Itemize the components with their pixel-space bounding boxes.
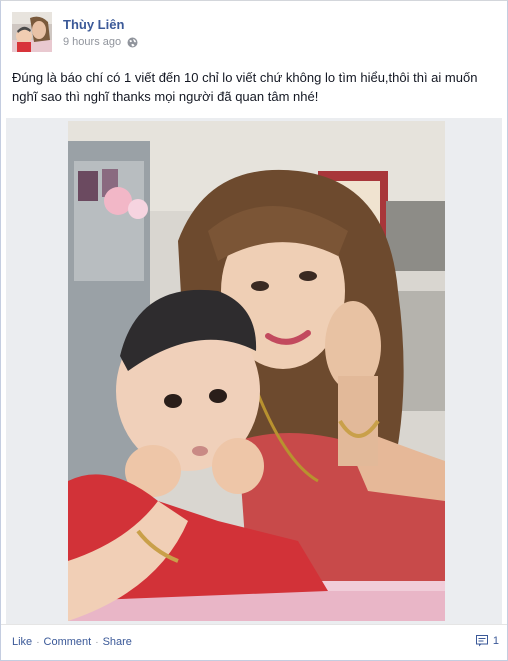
avatar-image <box>12 12 52 52</box>
post-actions: Like · Comment · Share <box>12 636 132 648</box>
globe-icon[interactable] <box>127 37 138 48</box>
comment-link[interactable]: Comment <box>44 636 92 648</box>
post-timestamp[interactable]: 9 hours ago <box>63 36 121 48</box>
action-separator: · <box>36 636 40 648</box>
photo-container <box>6 118 502 624</box>
comment-count[interactable]: 1 <box>475 635 499 647</box>
feed-post: Thùy Liên 9 hours ago Đúng là báo chí có… <box>0 0 508 661</box>
post-footer: Like · Comment · Share 1 <box>1 624 507 661</box>
post-photo[interactable] <box>68 121 445 621</box>
share-link[interactable]: Share <box>103 636 132 648</box>
action-separator: · <box>95 636 99 648</box>
author-avatar[interactable] <box>12 12 52 52</box>
post-text: Đúng là báo chí có 1 viết đến 10 chỉ lo … <box>12 70 478 104</box>
photo-image <box>68 121 445 621</box>
post-meta: 9 hours ago <box>63 36 138 48</box>
author-name[interactable]: Thùy Liên <box>63 17 124 32</box>
comment-icon <box>475 635 488 647</box>
post-header: Thùy Liên 9 hours ago <box>12 12 492 54</box>
comment-count-label: 1 <box>492 635 499 647</box>
like-link[interactable]: Like <box>12 636 32 648</box>
